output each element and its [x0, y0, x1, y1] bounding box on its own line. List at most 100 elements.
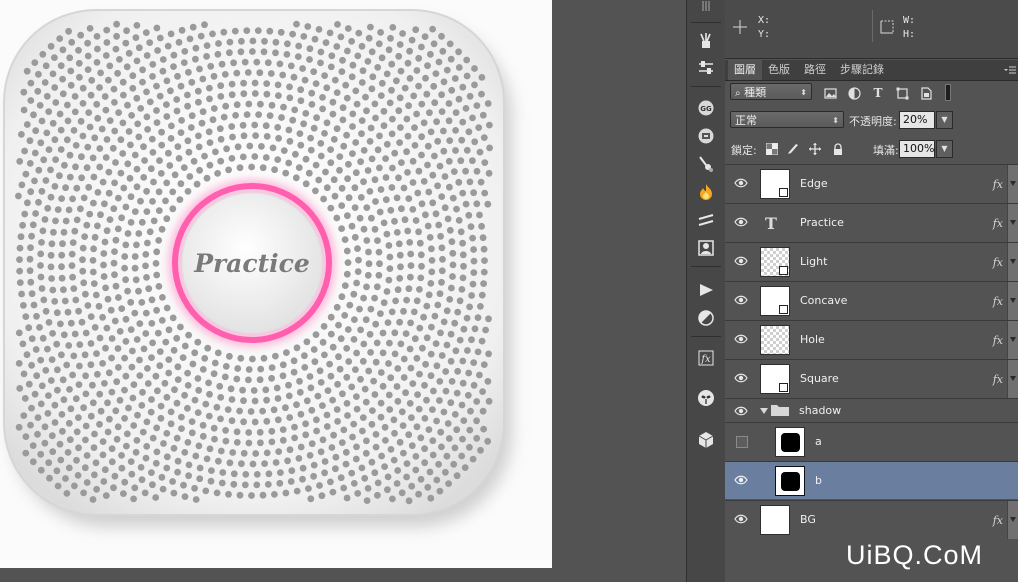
opacity-label: 不透明度:: [849, 115, 897, 128]
layer-thumbnail: [760, 505, 790, 535]
document-canvas[interactable]: Practice: [0, 0, 552, 568]
eye-icon[interactable]: [734, 255, 748, 267]
fx-expand-arrow[interactable]: [1007, 243, 1018, 281]
filter-toggle-switch[interactable]: [945, 84, 951, 101]
fill-slider-button[interactable]: ▼: [936, 140, 953, 158]
layer-row-hole[interactable]: Hole fx: [725, 320, 1018, 359]
layer-row-practice[interactable]: T Practice fx: [725, 203, 1018, 242]
layer-name: b: [815, 474, 822, 487]
panel-menu-icon[interactable]: [1004, 65, 1016, 75]
info-w-label: W:: [903, 15, 916, 26]
gradient-icon[interactable]: [696, 308, 716, 328]
layers-panel: X: Y: W: H: 圖層 色版 路徑 步驟記錄 ⌕ 種類 ⬍ T 正常 ⬍ …: [725, 0, 1018, 582]
search-icon: ⌕: [735, 88, 741, 99]
eye-icon[interactable]: [734, 333, 748, 345]
filter-pixel-icon[interactable]: [823, 86, 837, 100]
filter-kind-dropdown[interactable]: ⌕ 種類 ⬍: [730, 83, 812, 100]
panel-tabs: 圖層 色版 路徑 步驟記錄: [725, 60, 1018, 81]
smoke-detector-artwork: Practice: [3, 9, 512, 527]
tab-channels[interactable]: 色版: [762, 60, 796, 80]
layer-row-light[interactable]: Light fx: [725, 242, 1018, 281]
fx-expand-arrow[interactable]: [1007, 321, 1018, 359]
lock-all-icon[interactable]: [831, 142, 844, 155]
layer-thumbnail: [760, 286, 790, 316]
eye-icon[interactable]: [734, 474, 748, 486]
panel-tool-strip: GG fx: [686, 0, 726, 582]
lock-label: 鎖定:: [731, 144, 757, 157]
filter-shape-icon[interactable]: [895, 86, 909, 100]
eye-icon[interactable]: [734, 372, 748, 384]
fx-icon[interactable]: fx: [993, 514, 1003, 527]
blend-mode-value: 正常: [735, 114, 757, 127]
opacity-input[interactable]: 20%: [899, 111, 935, 129]
lock-position-icon[interactable]: [808, 142, 821, 155]
visibility-toggle[interactable]: [736, 436, 748, 448]
layer-row-square[interactable]: Square fx: [725, 359, 1018, 398]
cube-icon[interactable]: [696, 430, 716, 450]
strip-handle-icon: [696, 0, 716, 20]
layer-thumbnail: [775, 466, 805, 496]
layer-thumbnail: [760, 325, 790, 355]
eye-icon[interactable]: [734, 405, 748, 417]
fx-expand-arrow[interactable]: [1007, 282, 1018, 320]
fx-icon[interactable]: fx: [993, 256, 1003, 269]
blend-mode-dropdown[interactable]: 正常 ⬍: [730, 111, 844, 128]
layer-name: Edge: [800, 177, 828, 190]
portrait-icon[interactable]: [696, 238, 716, 258]
layer-row-a[interactable]: a: [725, 422, 1018, 460]
fx-icon[interactable]: fx: [993, 217, 1003, 230]
layer-name: Square: [800, 372, 839, 385]
eye-icon[interactable]: [734, 216, 748, 228]
layer-name: a: [815, 435, 822, 448]
eye-icon[interactable]: [734, 177, 748, 189]
fx-icon[interactable]: fx: [993, 178, 1003, 191]
fx-expand-arrow[interactable]: [1007, 501, 1018, 539]
layer-row-edge[interactable]: Edge fx: [725, 164, 1018, 203]
info-x-label: X:: [758, 15, 771, 26]
layer-name: Light: [800, 255, 828, 268]
filter-adjustment-icon[interactable]: [847, 86, 861, 100]
lock-transparent-icon[interactable]: [765, 142, 778, 155]
fx-expand-arrow[interactable]: [1007, 360, 1018, 398]
layer-row-bg[interactable]: BG fx: [725, 500, 1018, 539]
fx-icon[interactable]: fx: [993, 295, 1003, 308]
group-expand-arrow-icon[interactable]: [760, 408, 768, 414]
canvas-area[interactable]: Practice: [0, 0, 686, 582]
layer-group-shadow[interactable]: shadow: [725, 398, 1018, 422]
alien-icon[interactable]: [696, 388, 716, 408]
layer-row-concave[interactable]: Concave fx: [725, 281, 1018, 320]
watermark: UiBQ.CoM: [846, 540, 984, 570]
eye-icon[interactable]: [734, 294, 748, 306]
eye-icon[interactable]: [734, 513, 748, 525]
fx-icon[interactable]: fx: [993, 373, 1003, 386]
info-y-label: Y:: [758, 29, 771, 40]
tab-history[interactable]: 步驟記錄: [834, 60, 890, 80]
brush-settings-icon[interactable]: [696, 154, 716, 174]
fx-icon[interactable]: fx: [696, 348, 716, 368]
crosshair-icon: [733, 20, 747, 34]
lock-pixels-icon[interactable]: [786, 142, 799, 155]
fire-icon[interactable]: [696, 182, 716, 202]
layer-thumbnail: [760, 169, 790, 199]
fill-input[interactable]: 100%: [899, 140, 935, 158]
filter-type-icon[interactable]: T: [871, 86, 885, 100]
tab-layers[interactable]: 圖層: [728, 60, 762, 80]
layer-name: Hole: [800, 333, 825, 346]
fx-expand-arrow[interactable]: [1007, 165, 1018, 203]
sliders-icon[interactable]: [696, 58, 716, 78]
svg-text:fx: fx: [700, 354, 711, 365]
stroke-icon[interactable]: [696, 210, 716, 230]
fill-label: 填滿:: [873, 144, 899, 157]
layer-row-b[interactable]: b: [725, 461, 1018, 499]
paint-tool-icon[interactable]: [696, 30, 716, 50]
swatches-icon[interactable]: [696, 126, 716, 146]
gg-icon[interactable]: GG: [696, 98, 716, 118]
opacity-slider-button[interactable]: ▼: [936, 111, 953, 129]
tab-paths[interactable]: 路徑: [798, 60, 832, 80]
fx-expand-arrow[interactable]: [1007, 204, 1018, 242]
play-icon[interactable]: [696, 280, 716, 300]
layer-name: Practice: [800, 216, 844, 229]
practice-label: Practice: [193, 249, 310, 278]
fx-icon[interactable]: fx: [993, 334, 1003, 347]
filter-smartobject-icon[interactable]: [919, 86, 933, 100]
